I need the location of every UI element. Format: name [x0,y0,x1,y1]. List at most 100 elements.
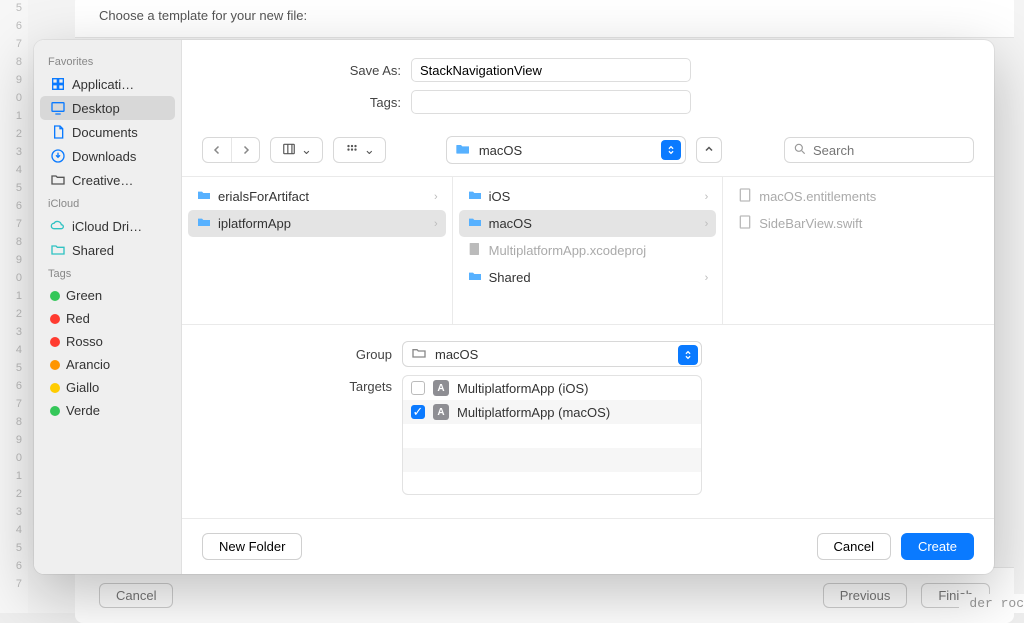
folder-label: macOS [489,216,532,231]
expand-button[interactable] [696,137,722,163]
save-dialog: Favorites Applicati… Desktop Documents D… [34,40,994,574]
search-field[interactable] [784,137,974,163]
save-as-label: Save As: [206,63,401,78]
folder-label: iOS [489,189,511,204]
cloud-icon [50,218,66,234]
updown-icon [661,140,681,160]
search-icon [793,142,807,159]
browser-column-1[interactable]: erialsForArtifact › iplatformApp › [182,177,453,324]
target-label: MultiplatformApp (iOS) [457,381,588,396]
sidebar-item-label: Giallo [66,380,99,395]
folder-label: iplatformApp [218,216,291,231]
folder-row[interactable]: Shared › [459,264,717,291]
folder-icon [455,141,471,160]
target-row[interactable]: ✓ A MultiplatformApp (macOS) [403,400,701,424]
sidebar-tag-giallo[interactable]: Giallo [40,376,175,399]
sidebar-tag-red[interactable]: Red [40,307,175,330]
group-label: Group [222,347,392,362]
browser-column-3[interactable]: macOS.entitlements SideBarView.swift [723,177,994,324]
folder-icon [50,172,66,188]
create-button[interactable]: Create [901,533,974,560]
folder-icon [467,187,483,206]
file-row[interactable]: macOS.entitlements [729,183,988,210]
browser-toolbar: ⌄ ⌄ macOS [182,130,994,177]
sidebar-tag-green[interactable]: Green [40,284,175,307]
target-row[interactable]: A MultiplatformApp (iOS) [403,376,701,400]
chevron-up-icon [703,143,715,158]
code-snippet: der roc [959,594,1024,613]
xcodeproj-icon [467,241,483,260]
target-row-empty [403,424,701,448]
template-sheet-label: Choose a template for your new file: [99,8,307,23]
sidebar-item-desktop[interactable]: Desktop [40,96,175,120]
location-popup[interactable]: macOS [446,136,686,164]
bg-cancel-button[interactable]: Cancel [99,583,173,608]
app-icon: A [433,404,449,420]
template-sheet-title: Choose a template for your new file: [75,0,1014,38]
sidebar-item-documents[interactable]: Documents [40,120,175,144]
chevron-down-icon: ⌄ [364,142,375,158]
chevron-right-icon: › [705,272,709,284]
tag-dot-icon [50,291,60,301]
sidebar-item-creative[interactable]: Creative… [40,168,175,192]
sidebar-item-label: Red [66,311,90,326]
tag-dot-icon [50,383,60,393]
new-folder-button[interactable]: New Folder [202,533,302,560]
bg-previous-button[interactable]: Previous [823,583,908,608]
updown-icon [678,345,698,365]
chevron-right-icon: › [434,191,438,203]
search-input[interactable] [813,143,989,158]
line-gutter: 567890123456789012345678901234567 [0,0,28,613]
sidebar-tag-verde[interactable]: Verde [40,399,175,422]
sidebar-item-label: Applicati… [72,77,134,92]
sidebar-tag-rosso[interactable]: Rosso [40,330,175,353]
save-form: Save As: Tags: [182,40,994,130]
downloads-icon [50,148,66,164]
nav-forward-button[interactable] [231,138,259,162]
chevron-right-icon: › [705,218,709,230]
group-value: macOS [435,347,478,362]
documents-icon [50,124,66,140]
file-label: macOS.entitlements [759,189,876,204]
nav-back-button[interactable] [203,138,231,162]
tag-dot-icon [50,406,60,416]
target-checkbox[interactable] [411,381,425,395]
dialog-footer: New Folder Cancel Create [182,518,994,574]
file-label: SideBarView.swift [759,216,862,231]
view-grid-button[interactable]: ⌄ [333,137,386,163]
sidebar-item-applications[interactable]: Applicati… [40,72,175,96]
file-label: MultiplatformApp.xcodeproj [489,243,647,258]
folder-label: Shared [489,270,531,285]
browser-column-2[interactable]: iOS › macOS › MultiplatformApp.xcodeproj… [453,177,724,324]
sidebar-tag-arancio[interactable]: Arancio [40,353,175,376]
folder-icon [196,214,212,233]
folder-row[interactable]: erialsForArtifact › [188,183,446,210]
columns-icon [281,142,297,159]
lower-form: Group macOS Targets A MultiplatformApp (… [182,325,994,513]
sidebar-item-downloads[interactable]: Downloads [40,144,175,168]
target-checkbox[interactable]: ✓ [411,405,425,419]
folder-row[interactable]: macOS › [459,210,717,237]
view-columns-button[interactable]: ⌄ [270,137,323,163]
sidebar-section-favorites: Favorites [34,50,181,72]
group-popup[interactable]: macOS [402,341,702,367]
sidebar-item-shared[interactable]: Shared [40,238,175,262]
sidebar-item-label: Shared [72,243,114,258]
target-row-empty [403,472,701,495]
column-browser: erialsForArtifact › iplatformApp › iOS › [182,177,994,325]
sidebar-section-icloud: iCloud [34,192,181,214]
entitlements-icon [737,187,753,206]
sidebar-item-label: iCloud Dri… [72,219,142,234]
cancel-button[interactable]: Cancel [817,533,891,560]
main-panel: Save As: Tags: ⌄ ⌄ [182,40,994,574]
folder-row[interactable]: iOS › [459,183,717,210]
folder-row[interactable]: iplatformApp › [188,210,446,237]
tags-input[interactable] [411,90,691,114]
file-row[interactable]: MultiplatformApp.xcodeproj [459,237,717,264]
sidebar-item-icloud-drive[interactable]: iCloud Dri… [40,214,175,238]
save-as-input[interactable] [411,58,691,82]
tag-dot-icon [50,314,60,324]
file-row[interactable]: SideBarView.swift [729,210,988,237]
chevron-down-icon: ⌄ [301,142,312,158]
sidebar-item-label: Green [66,288,102,303]
